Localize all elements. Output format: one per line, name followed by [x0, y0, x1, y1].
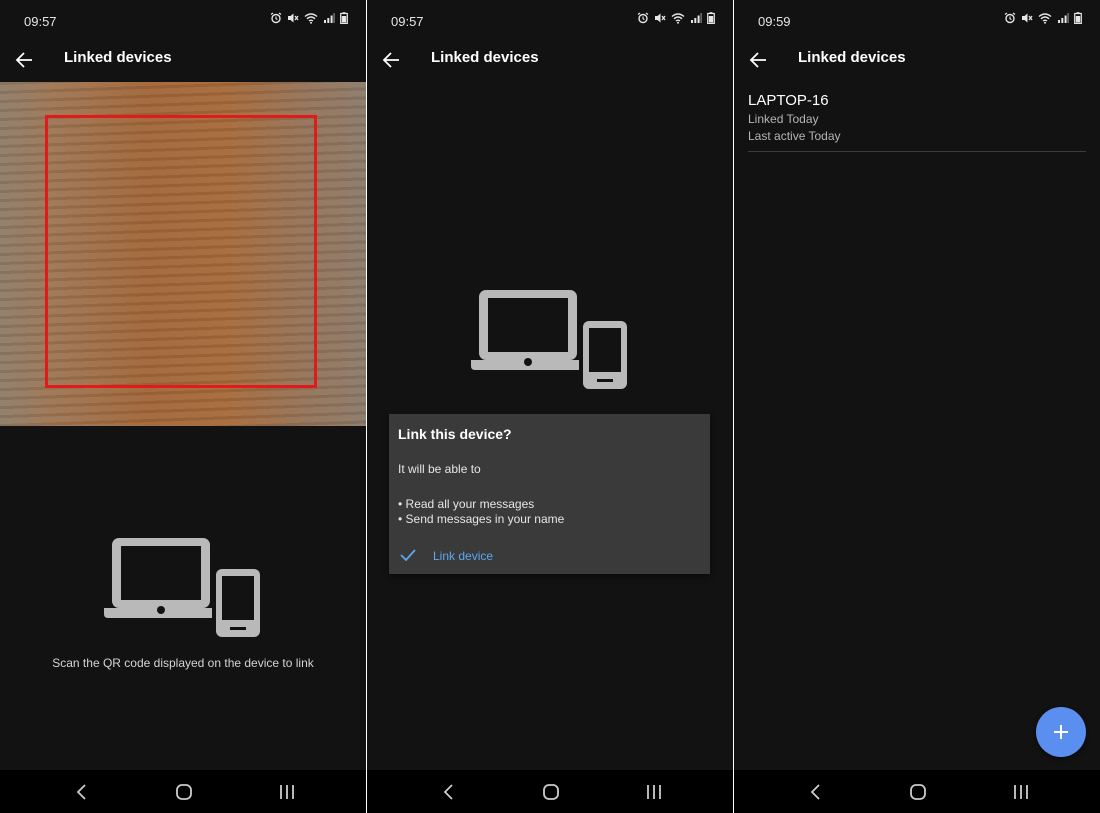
scan-hint-text: Scan the QR code displayed on the device…: [52, 656, 314, 670]
nav-recents-button[interactable]: [1011, 782, 1031, 802]
link-device-button[interactable]: Link device: [397, 544, 537, 568]
battery-icon: [340, 12, 348, 24]
devices-icon: [104, 538, 262, 638]
status-time: 09:59: [758, 14, 791, 29]
system-nav-bar: [367, 770, 733, 813]
system-nav-bar: [734, 770, 1100, 813]
back-button[interactable]: [381, 49, 403, 71]
nav-back-icon: [76, 784, 86, 800]
devices-icon: [471, 290, 629, 390]
arrow-left-icon: [749, 52, 766, 68]
app-bar: Linked devices: [0, 40, 366, 80]
status-bar: 09:57: [0, 0, 366, 40]
page-title: Linked devices: [798, 49, 906, 66]
status-icons: [637, 12, 715, 24]
signal-icon: [691, 13, 702, 23]
camera-preview: [0, 82, 366, 426]
device-list-item[interactable]: LAPTOP-16 Linked Today Last active Today: [748, 90, 1086, 152]
page-title: Linked devices: [64, 49, 172, 66]
link-device-label: Link device: [433, 549, 494, 563]
nav-home-icon: [543, 784, 559, 800]
nav-back-icon: [810, 784, 820, 800]
device-linked-date: Linked Today: [748, 112, 819, 126]
alarm-icon: [1004, 12, 1016, 24]
permission-item: • Send messages in your name: [398, 512, 565, 526]
device-name: LAPTOP-16: [748, 92, 829, 109]
alarm-icon: [270, 12, 282, 24]
status-bar: 09:59: [734, 0, 1100, 40]
mute-icon: [1022, 13, 1033, 23]
scan-screen: 09:57 Linked devices Scan the QR code di…: [0, 0, 366, 813]
nav-recents-icon: [647, 785, 661, 799]
app-bar: Linked devices: [367, 40, 733, 80]
wifi-icon: [671, 13, 685, 24]
add-device-button[interactable]: [1036, 707, 1086, 757]
status-icons: [1004, 12, 1082, 24]
nav-recents-icon: [280, 785, 294, 799]
nav-recents-icon: [1014, 785, 1028, 799]
qr-scan-frame: [45, 115, 317, 388]
nav-back-button[interactable]: [806, 782, 826, 802]
status-icons: [270, 12, 348, 24]
page-title: Linked devices: [431, 49, 539, 66]
battery-icon: [707, 12, 715, 24]
arrow-left-icon: [382, 52, 399, 68]
nav-back-button[interactable]: [439, 782, 459, 802]
app-bar: Linked devices: [734, 40, 1100, 80]
wifi-icon: [1038, 13, 1052, 24]
dialog-intro-text: It will be able to: [398, 462, 481, 476]
nav-recents-button[interactable]: [644, 782, 664, 802]
link-dialog-screen: 09:57 Linked devices Link this device? I…: [367, 0, 733, 813]
status-time: 09:57: [24, 14, 57, 29]
nav-home-button[interactable]: [541, 782, 561, 802]
alarm-icon: [637, 12, 649, 24]
link-device-dialog: Link this device? It will be able to • R…: [389, 414, 710, 574]
nav-home-icon: [910, 784, 926, 800]
nav-back-button[interactable]: [72, 782, 92, 802]
plus-icon: [1054, 725, 1068, 739]
nav-home-icon: [176, 784, 192, 800]
check-icon: [400, 549, 416, 562]
mute-icon: [655, 13, 666, 23]
battery-icon: [1074, 12, 1082, 24]
list-divider: [748, 151, 1086, 152]
mute-icon: [288, 13, 299, 23]
wifi-icon: [304, 13, 318, 24]
device-last-active: Last active Today: [748, 129, 841, 143]
nav-home-button[interactable]: [908, 782, 928, 802]
permission-item: • Read all your messages: [398, 497, 535, 511]
status-time: 09:57: [391, 14, 424, 29]
status-bar: 09:57: [367, 0, 733, 40]
signal-icon: [324, 13, 335, 23]
dialog-title: Link this device?: [398, 426, 512, 442]
back-button[interactable]: [748, 49, 770, 71]
system-nav-bar: [0, 770, 366, 813]
arrow-left-icon: [15, 52, 32, 68]
nav-back-icon: [443, 784, 453, 800]
back-button[interactable]: [14, 49, 36, 71]
nav-recents-button[interactable]: [277, 782, 297, 802]
nav-home-button[interactable]: [174, 782, 194, 802]
device-list-screen: 09:59 Linked devices LAPTOP-16 Linked To…: [734, 0, 1100, 813]
signal-icon: [1058, 13, 1069, 23]
